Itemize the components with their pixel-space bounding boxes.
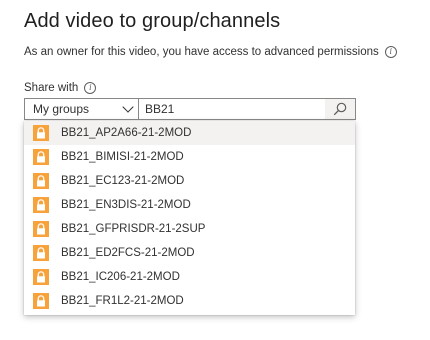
share-with-label-text: Share with bbox=[24, 82, 79, 94]
lock-badge bbox=[33, 221, 49, 237]
search-input[interactable] bbox=[139, 100, 325, 118]
result-item-label: BB21_EC123-21-2MOD bbox=[61, 175, 185, 187]
result-item-label: BB21_EN3DIS-21-2MOD bbox=[61, 199, 191, 211]
search-button[interactable] bbox=[325, 99, 355, 119]
lock-badge bbox=[33, 269, 49, 285]
lock-badge bbox=[33, 197, 49, 213]
result-item-label: BB21_ED2FCS-21-2MOD bbox=[61, 247, 195, 259]
result-item[interactable]: BB21_IC206-21-2MOD bbox=[24, 265, 355, 289]
result-item[interactable]: BB21_GFPRISDR-21-2SUP bbox=[24, 217, 355, 241]
result-item-label: BB21_FR1L2-21-2MOD bbox=[61, 295, 184, 307]
info-icon[interactable]: i bbox=[84, 82, 97, 94]
result-item-label: BB21_AP2A66-21-2MOD bbox=[61, 127, 192, 139]
lock-icon bbox=[37, 223, 45, 235]
permissions-note-text: As an owner for this video, you have acc… bbox=[24, 46, 379, 58]
result-item-label: BB21_GFPRISDR-21-2SUP bbox=[61, 223, 206, 235]
lock-badge bbox=[33, 149, 49, 165]
lock-icon bbox=[37, 127, 45, 139]
lock-icon bbox=[37, 151, 45, 163]
share-controls: My groups bbox=[24, 98, 356, 120]
dialog-title: Add video to group/channels bbox=[24, 10, 281, 32]
permissions-note: As an owner for this video, you have acc… bbox=[24, 46, 397, 58]
result-item[interactable]: BB21_BIMISI-21-2MOD bbox=[24, 145, 355, 169]
chevron-down-icon bbox=[122, 101, 134, 113]
result-item-label: BB21_BIMISI-21-2MOD bbox=[61, 151, 184, 163]
lock-badge bbox=[33, 293, 49, 309]
lock-badge bbox=[33, 245, 49, 261]
scope-dropdown-value: My groups bbox=[33, 102, 90, 116]
lock-icon bbox=[37, 295, 45, 307]
lock-icon bbox=[37, 175, 45, 187]
result-item[interactable]: BB21_EN3DIS-21-2MOD bbox=[24, 193, 355, 217]
result-item[interactable]: BB21_FR1L2-21-2MOD bbox=[24, 289, 355, 313]
lock-icon bbox=[37, 271, 45, 283]
result-item[interactable]: BB21_ED2FCS-21-2MOD bbox=[24, 241, 355, 265]
info-icon[interactable]: i bbox=[384, 46, 397, 58]
search-box bbox=[138, 98, 356, 120]
share-with-label: Share with i bbox=[24, 82, 97, 94]
search-results-list: BB21_AP2A66-21-2MOD BB21_BIMISI-21-2MOD BB… bbox=[24, 121, 355, 315]
result-item-label: BB21_IC206-21-2MOD bbox=[61, 271, 180, 283]
search-icon bbox=[333, 102, 347, 116]
result-item[interactable]: BB21_AP2A66-21-2MOD bbox=[24, 121, 355, 145]
lock-badge bbox=[33, 125, 49, 141]
result-item[interactable]: BB21_EC123-21-2MOD bbox=[24, 169, 355, 193]
lock-icon bbox=[37, 199, 45, 211]
lock-icon bbox=[37, 247, 45, 259]
scope-dropdown[interactable]: My groups bbox=[24, 98, 138, 120]
lock-badge bbox=[33, 173, 49, 189]
